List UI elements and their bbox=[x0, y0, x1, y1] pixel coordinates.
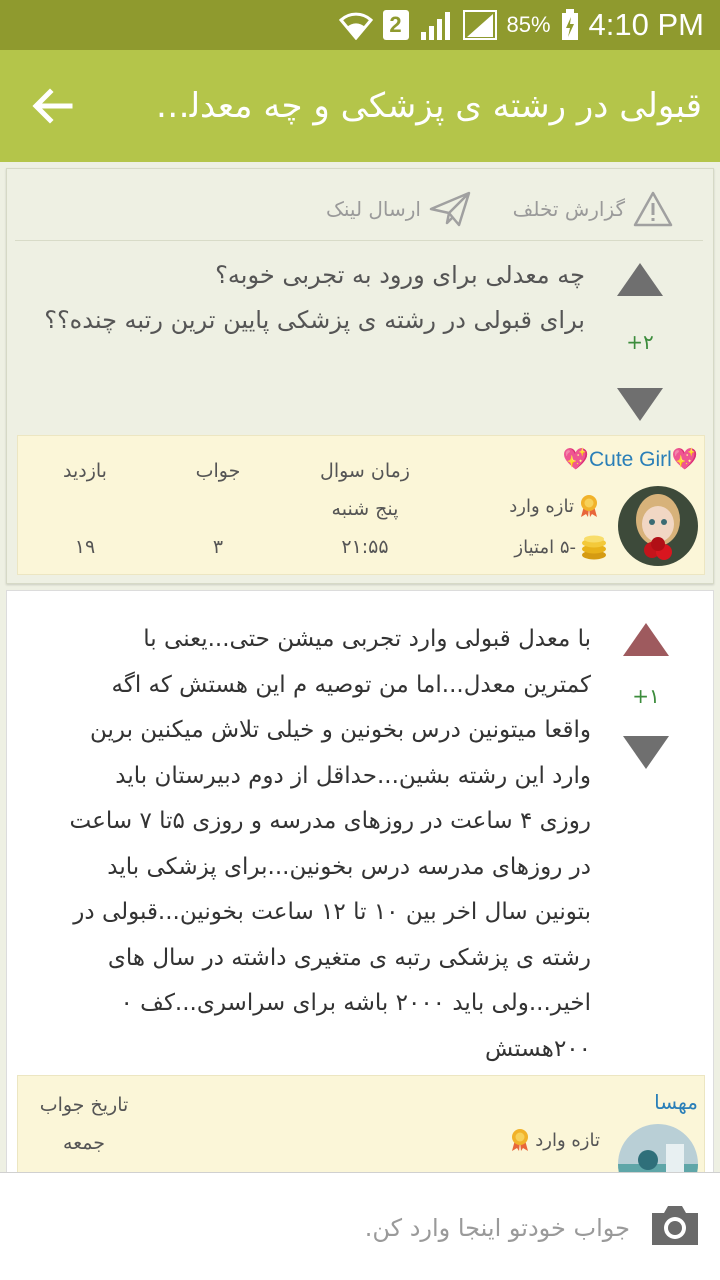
answer-line: کمترین معدل...اما من توصیه م این هستش که… bbox=[111, 671, 591, 698]
page-title: قبولی در رشته ی پزشکی و چه معدلی خ... bbox=[142, 86, 702, 126]
answer-score: +۱ bbox=[632, 684, 660, 708]
views-value: ۱۹ bbox=[74, 536, 96, 558]
time-day: پنج شنبه bbox=[331, 498, 399, 520]
answer-date-stat: تاریخ جواب جمعه bbox=[24, 1086, 144, 1162]
question-time-stat: زمان سوال پنج شنبه ۲۱:۵۵ bbox=[290, 452, 440, 566]
answer-input[interactable] bbox=[130, 1203, 630, 1253]
downvote-button[interactable] bbox=[617, 388, 663, 421]
answer-line: روزی ۴ ساعت در روزهای مدرسه و روزی ۵تا ۷… bbox=[69, 808, 591, 834]
app-bar: قبولی در رشته ی پزشکی و چه معدلی خ... bbox=[0, 50, 720, 162]
author-rank: تازه وارد bbox=[509, 1128, 600, 1152]
answers-count-stat: جواب ۳ bbox=[168, 452, 268, 566]
downvote-button[interactable] bbox=[623, 736, 669, 769]
answers-label: جواب bbox=[195, 460, 241, 482]
paper-plane-icon bbox=[429, 191, 471, 227]
battery-charging-icon bbox=[561, 9, 578, 40]
question-actions: گزارش تخلف ارسال لینک bbox=[15, 169, 703, 241]
author-rank-label: تازه وارد bbox=[509, 495, 574, 517]
report-button[interactable]: گزارش تخلف bbox=[513, 189, 673, 229]
share-link-button[interactable]: ارسال لینک bbox=[326, 189, 471, 229]
answer-card: +۱ با معدل قبولی وارد تجربی میشن حتی...ی… bbox=[6, 590, 714, 1204]
status-bar: 2 85% 4:10 PM bbox=[0, 0, 720, 50]
wifi-icon bbox=[338, 12, 373, 40]
time-value: ۲۱:۵۵ bbox=[341, 536, 389, 558]
answer-line: ۲۰۰هستش bbox=[485, 1035, 591, 1062]
answer-info-panel: مهسا تازه وارد تاریخ جواب جمعه bbox=[17, 1075, 705, 1204]
answer-input-bar bbox=[0, 1172, 720, 1280]
answer-text: با معدل قبولی وارد تجربی میشن حتی...یعنی… bbox=[31, 617, 591, 1072]
author-rank-label: تازه وارد bbox=[535, 1129, 600, 1151]
answer-line: بتونین سال اخر بین ۱۰ تا ۱۲ ساعت بخونین.… bbox=[73, 899, 591, 925]
medal-icon bbox=[581, 495, 597, 517]
upvote-button[interactable] bbox=[617, 263, 663, 296]
camera-icon[interactable] bbox=[648, 1203, 702, 1247]
views-label: بازدید bbox=[63, 460, 107, 482]
answer-vote: +۱ bbox=[611, 623, 681, 769]
question-author[interactable]: 💖Cute Girl💖 تازه وارد -۵ امتیاز bbox=[448, 442, 698, 570]
answer-line: وارد این رشته بشین...حداقل از دوم دبیرست… bbox=[115, 762, 591, 789]
answer-line: با معدل قبولی وارد تجربی میشن حتی...یعنی… bbox=[143, 626, 591, 652]
answer-date-day: جمعه bbox=[62, 1132, 106, 1154]
answer-line: رشته ی پزشکی رتبه ی متغیری داشته در سال … bbox=[107, 944, 591, 971]
battery-percent: 85% bbox=[506, 12, 551, 37]
answer-line: اخیر...ولی باید ۲۰۰۰ باشه برای سراسری...… bbox=[120, 990, 592, 1016]
question-line: برای قبولی در رشته ی پزشکی پایین ترین رت… bbox=[44, 306, 585, 334]
report-label: گزارش تخلف bbox=[512, 197, 625, 221]
sim-slot-icon: 2 bbox=[382, 10, 409, 40]
time-label: زمان سوال bbox=[320, 460, 410, 482]
question-score: +۲ bbox=[626, 330, 654, 354]
answer-line: واقعا میتونین درس بخونین و خیلی تلاش میک… bbox=[89, 717, 591, 743]
author-name[interactable]: 💖Cute Girl💖 bbox=[563, 448, 698, 472]
status-icons: 2 85% 4:10 PM bbox=[338, 0, 704, 50]
share-label: ارسال لینک bbox=[325, 197, 421, 221]
question-vote: +۲ bbox=[605, 263, 675, 421]
question-line: چه معدلی برای ورود به تجربی خوبه؟ bbox=[215, 261, 585, 289]
author-rank: تازه وارد bbox=[509, 494, 600, 518]
author-name[interactable]: مهسا bbox=[654, 1090, 698, 1114]
author-points: -۵ امتیاز bbox=[514, 534, 608, 560]
author-points-label: -۵ امتیاز bbox=[514, 536, 576, 558]
answer-date-label: تاریخ جواب bbox=[39, 1094, 129, 1116]
views-count-stat: بازدید ۱۹ bbox=[30, 452, 140, 566]
signal-icon bbox=[420, 12, 450, 40]
arrow-left-icon[interactable] bbox=[30, 84, 74, 128]
answer-line: در روزهای مدرسه درس بخونین...برای پزشکی … bbox=[107, 853, 591, 880]
avatar[interactable] bbox=[618, 486, 698, 566]
medal-icon bbox=[512, 1129, 529, 1151]
question-info-panel: 💖Cute Girl💖 تازه وارد -۵ امتیاز زمان سوا… bbox=[17, 435, 705, 575]
answers-value: ۳ bbox=[212, 536, 224, 558]
signal-2-icon bbox=[462, 10, 497, 40]
warning-icon bbox=[633, 191, 673, 227]
question-card: گزارش تخلف ارسال لینک چه معدلی برای ورود… bbox=[6, 168, 714, 584]
clock: 4:10 PM bbox=[588, 7, 704, 42]
question-text: چه معدلی برای ورود به تجربی خوبه؟ برای ق… bbox=[25, 253, 585, 343]
coins-icon bbox=[582, 535, 606, 560]
upvote-button[interactable] bbox=[623, 623, 669, 656]
